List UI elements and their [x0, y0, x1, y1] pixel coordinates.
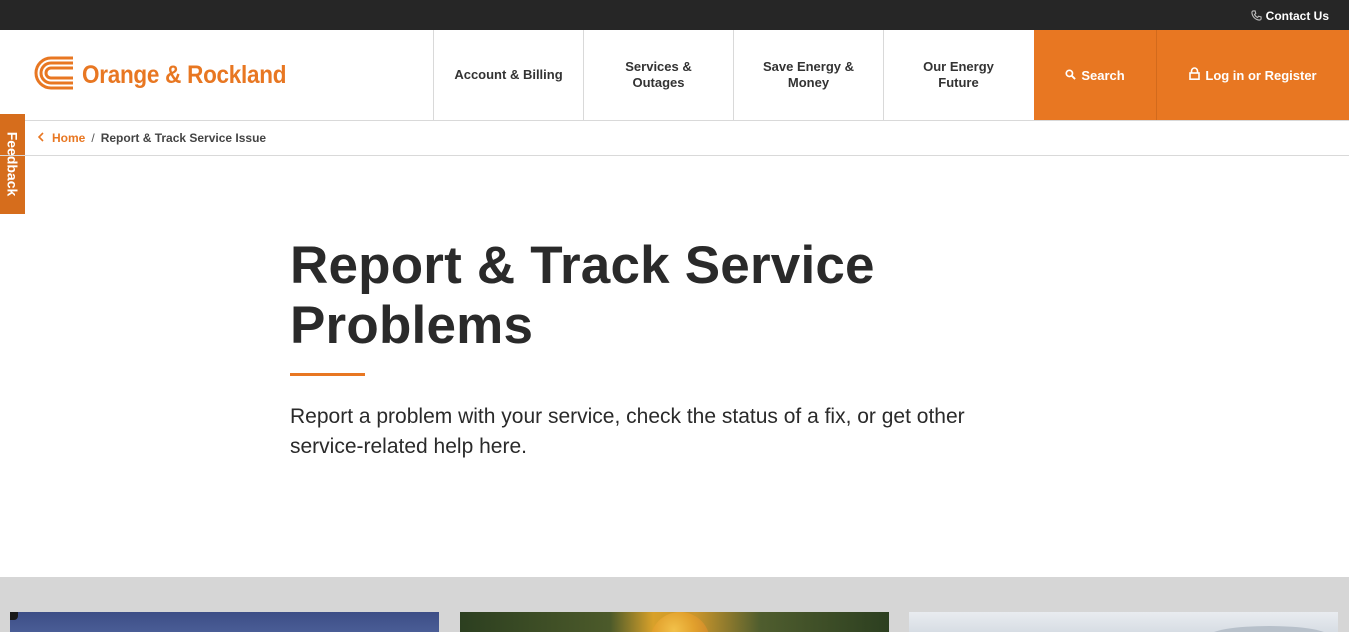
nav-item-account-billing[interactable]: Account & Billing: [433, 30, 583, 120]
card-image-detail: [10, 612, 18, 620]
page-description: Report a problem with your service, chec…: [290, 405, 965, 458]
title-accent-rule: [290, 373, 365, 376]
nav-item-energy-future[interactable]: Our Energy Future: [883, 30, 1033, 120]
breadcrumb-separator: /: [91, 131, 95, 145]
chevron-left-icon: [37, 131, 44, 145]
hero-section: Report & Track Service Problems Report a…: [290, 236, 1010, 462]
breadcrumb-home-link[interactable]: Home: [52, 131, 85, 145]
contact-us-link[interactable]: Contact Us: [1251, 8, 1329, 23]
page-title: Report & Track Service Problems: [290, 236, 875, 355]
lock-icon: [1189, 67, 1201, 83]
card-image-2[interactable]: [460, 612, 889, 632]
nav-item-services-outages[interactable]: Services & Outages: [583, 30, 733, 120]
logo-mark-icon: [34, 56, 76, 95]
hard-hat-image: [650, 612, 710, 632]
phone-icon: [1251, 10, 1262, 21]
main-nav: Account & Billing Services & Outages Sav…: [433, 30, 1033, 120]
card-image-1[interactable]: [10, 612, 439, 632]
card-image-3[interactable]: [909, 612, 1338, 632]
logo-text: Orange & Rockland: [82, 60, 287, 89]
cards-band: [0, 577, 1349, 632]
login-register-button[interactable]: Log in or Register: [1157, 30, 1349, 120]
top-utility-bar: Contact Us: [0, 0, 1349, 30]
search-button[interactable]: Search: [1034, 30, 1156, 120]
card-image-detail: [1209, 626, 1329, 632]
search-icon: [1065, 68, 1077, 83]
nav-item-save-energy[interactable]: Save Energy & Money: [733, 30, 883, 120]
search-label: Search: [1081, 67, 1125, 83]
site-header: Orange & Rockland Account & Billing Serv…: [0, 30, 1349, 121]
login-register-label: Log in or Register: [1205, 67, 1317, 83]
contact-us-label: Contact Us: [1265, 8, 1329, 23]
site-logo[interactable]: Orange & Rockland: [34, 56, 309, 95]
breadcrumb: Home / Report & Track Service Issue: [0, 121, 1349, 156]
breadcrumb-current: Report & Track Service Issue: [100, 131, 267, 145]
